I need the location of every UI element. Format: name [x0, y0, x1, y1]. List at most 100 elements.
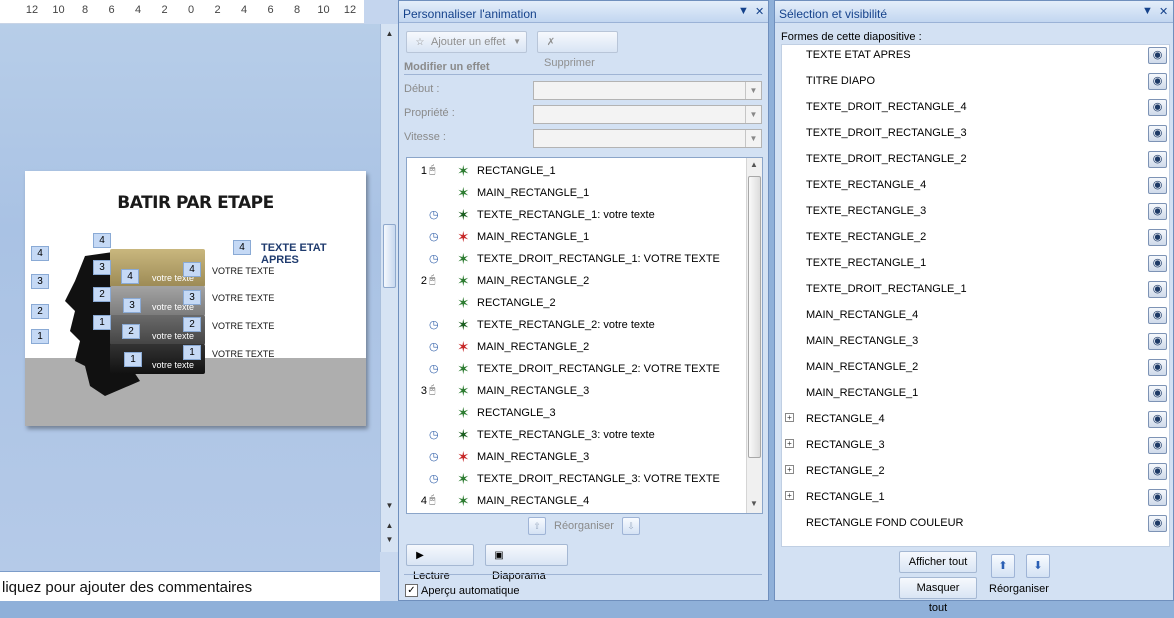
anim-order-tag[interactable]: 3: [93, 260, 111, 275]
shape-label[interactable]: RECTANGLE_4: [806, 413, 885, 425]
pane-menu-icon[interactable]: ▼: [1142, 5, 1153, 17]
move-up-icon[interactable]: ⇧: [528, 517, 546, 535]
etat-apres-text[interactable]: TEXTE ETAT APRES: [261, 242, 366, 266]
effect-row[interactable]: ◷ ✶ MAIN_RECTANGLE_3: [407, 446, 747, 468]
shape-row[interactable]: TEXTE_DROIT_RECTANGLE_3 ◉: [782, 121, 1169, 147]
hide-all-button[interactable]: Masquer tout: [899, 577, 977, 614]
effect-row[interactable]: ◷ ✶ TEXTE_RECTANGLE_2: votre texte: [407, 314, 747, 336]
play-button[interactable]: ▶ Lecture: [406, 544, 474, 582]
shape-row[interactable]: RECTANGLE FOND COULEUR ◉: [782, 511, 1169, 537]
visibility-eye-icon[interactable]: ◉: [1148, 333, 1167, 350]
effect-row[interactable]: ◷ ✶ MAIN_RECTANGLE_1: [407, 226, 747, 248]
anim-order-tag[interactable]: 3: [123, 298, 141, 313]
scroll-up-icon[interactable]: ▲: [750, 160, 758, 169]
shape-row[interactable]: TEXTE_DROIT_RECTANGLE_4 ◉: [782, 95, 1169, 121]
shape-label[interactable]: TEXTE_DROIT_RECTANGLE_2: [806, 153, 967, 165]
votre-texte-2[interactable]: VOTRE TEXTE: [212, 321, 274, 331]
shape-row[interactable]: MAIN_RECTANGLE_1 ◉: [782, 381, 1169, 407]
visibility-eye-icon[interactable]: ◉: [1148, 489, 1167, 506]
scroll-down-icon[interactable]: ▼: [383, 500, 396, 512]
scroll-thumb[interactable]: [748, 176, 761, 458]
shape-label[interactable]: TITRE DIAPO: [806, 75, 875, 87]
effect-row[interactable]: 2 🖰 ✶ MAIN_RECTANGLE_2: [407, 270, 747, 292]
anim-order-tag[interactable]: 4: [233, 240, 251, 255]
pane-menu-icon[interactable]: ▼: [738, 5, 749, 17]
effect-row[interactable]: ◷ ✶ MAIN_RECTANGLE_2: [407, 336, 747, 358]
scroll-thumb[interactable]: [383, 224, 396, 288]
shape-label[interactable]: RECTANGLE_1: [806, 491, 885, 503]
shape-label[interactable]: TEXTE_RECTANGLE_2: [806, 231, 926, 243]
notes-placeholder[interactable]: liquez pour ajouter des commentaires: [2, 579, 252, 596]
shape-row[interactable]: TEXTE ETAT APRES ◉: [782, 45, 1169, 69]
anim-order-tag[interactable]: 4: [93, 233, 111, 248]
shape-row[interactable]: MAIN_RECTANGLE_4 ◉: [782, 303, 1169, 329]
slide-canvas[interactable]: BATIR PAR ETAPE votre texte votre texte …: [25, 171, 366, 426]
effect-row[interactable]: ✶ RECTANGLE_2: [407, 292, 747, 314]
move-up-icon[interactable]: ⬆: [991, 554, 1015, 578]
notes-pane[interactable]: liquez pour ajouter des commentaires: [0, 571, 380, 601]
effect-row[interactable]: ◷ ✶ TEXTE_RECTANGLE_1: votre texte: [407, 204, 747, 226]
move-down-icon[interactable]: ⬇: [1026, 554, 1050, 578]
property-dropdown[interactable]: ▼: [533, 105, 762, 124]
anim-order-tag[interactable]: 2: [31, 304, 49, 319]
shape-label[interactable]: MAIN_RECTANGLE_2: [806, 361, 918, 373]
effect-row[interactable]: 4 🖰 ✶ MAIN_RECTANGLE_4: [407, 490, 747, 512]
visibility-eye-icon[interactable]: ◉: [1148, 203, 1167, 220]
shape-row[interactable]: TEXTE_DROIT_RECTANGLE_1 ◉: [782, 277, 1169, 303]
shape-row[interactable]: TITRE DIAPO ◉: [782, 69, 1169, 95]
anim-order-tag[interactable]: 4: [31, 246, 49, 261]
start-dropdown[interactable]: ▼: [533, 81, 762, 100]
anim-order-tag[interactable]: 2: [122, 324, 140, 339]
anim-order-tag[interactable]: 1: [31, 329, 49, 344]
shape-row[interactable]: TEXTE_RECTANGLE_3 ◉: [782, 199, 1169, 225]
show-all-button[interactable]: Afficher tout: [899, 551, 977, 573]
anim-order-tag[interactable]: 1: [124, 352, 142, 367]
effect-row[interactable]: ◷ ✶ TEXTE_RECTANGLE_3: votre texte: [407, 424, 747, 446]
effect-row[interactable]: 3 🖰 ✶ MAIN_RECTANGLE_3: [407, 380, 747, 402]
visibility-eye-icon[interactable]: ◉: [1148, 385, 1167, 402]
shape-label[interactable]: TEXTE_DROIT_RECTANGLE_1: [806, 283, 967, 295]
auto-preview-checkbox[interactable]: ✓: [405, 584, 418, 597]
visibility-eye-icon[interactable]: ◉: [1148, 411, 1167, 428]
shape-label[interactable]: RECTANGLE_2: [806, 465, 885, 477]
anim-order-tag[interactable]: 3: [31, 274, 49, 289]
shape-label[interactable]: TEXTE_DROIT_RECTANGLE_4: [806, 101, 967, 113]
shape-row[interactable]: TEXTE_RECTANGLE_4 ◉: [782, 173, 1169, 199]
shape-label[interactable]: RECTANGLE FOND COULEUR: [806, 517, 963, 529]
expand-icon[interactable]: +: [785, 491, 794, 500]
expand-icon[interactable]: +: [785, 413, 794, 422]
shape-label[interactable]: MAIN_RECTANGLE_4: [806, 309, 918, 321]
shape-row[interactable]: MAIN_RECTANGLE_2 ◉: [782, 355, 1169, 381]
shape-label[interactable]: TEXTE_RECTANGLE_1: [806, 257, 926, 269]
next-slide-icon[interactable]: ▼: [383, 534, 396, 546]
expand-icon[interactable]: +: [785, 439, 794, 448]
effect-row[interactable]: ✶ MAIN_RECTANGLE_1: [407, 182, 747, 204]
visibility-eye-icon[interactable]: ◉: [1148, 359, 1167, 376]
shape-label[interactable]: TEXTE_RECTANGLE_3: [806, 205, 926, 217]
shape-row[interactable]: + RECTANGLE_4 ◉: [782, 407, 1169, 433]
close-icon[interactable]: ✕: [1159, 5, 1168, 18]
slide-vertical-scrollbar[interactable]: ▲ ▼ ▲ ▼: [380, 24, 398, 552]
add-effect-button[interactable]: ☆ Ajouter un effet ▼: [406, 31, 527, 53]
move-down-icon[interactable]: ⇩: [622, 517, 640, 535]
anim-order-tag[interactable]: 2: [93, 287, 111, 302]
shape-row[interactable]: + RECTANGLE_3 ◉: [782, 433, 1169, 459]
votre-texte-1[interactable]: VOTRE TEXTE: [212, 349, 274, 359]
shape-row[interactable]: TEXTE_RECTANGLE_2 ◉: [782, 225, 1169, 251]
effect-row[interactable]: ✶ RECTANGLE_3: [407, 402, 747, 424]
visibility-eye-icon[interactable]: ◉: [1148, 229, 1167, 246]
effect-row[interactable]: ◷ ✶ TEXTE_DROIT_RECTANGLE_1: VOTRE TEXTE: [407, 248, 747, 270]
visibility-eye-icon[interactable]: ◉: [1148, 125, 1167, 142]
anim-order-tag[interactable]: 2: [183, 317, 201, 332]
remove-button[interactable]: ✗ Supprimer: [537, 31, 618, 69]
shape-row[interactable]: + RECTANGLE_2 ◉: [782, 459, 1169, 485]
effect-row[interactable]: ◷ ✶ TEXTE_DROIT_RECTANGLE_3: VOTRE TEXTE: [407, 468, 747, 490]
votre-texte-4[interactable]: VOTRE TEXTE: [212, 266, 274, 276]
anim-order-tag[interactable]: 4: [183, 262, 201, 277]
slide-title[interactable]: BATIR PAR ETAPE: [25, 193, 366, 213]
expand-icon[interactable]: +: [785, 465, 794, 474]
shape-label[interactable]: MAIN_RECTANGLE_3: [806, 335, 918, 347]
shape-label[interactable]: MAIN_RECTANGLE_1: [806, 387, 918, 399]
votre-texte-3[interactable]: VOTRE TEXTE: [212, 293, 274, 303]
speed-dropdown[interactable]: ▼: [533, 129, 762, 148]
